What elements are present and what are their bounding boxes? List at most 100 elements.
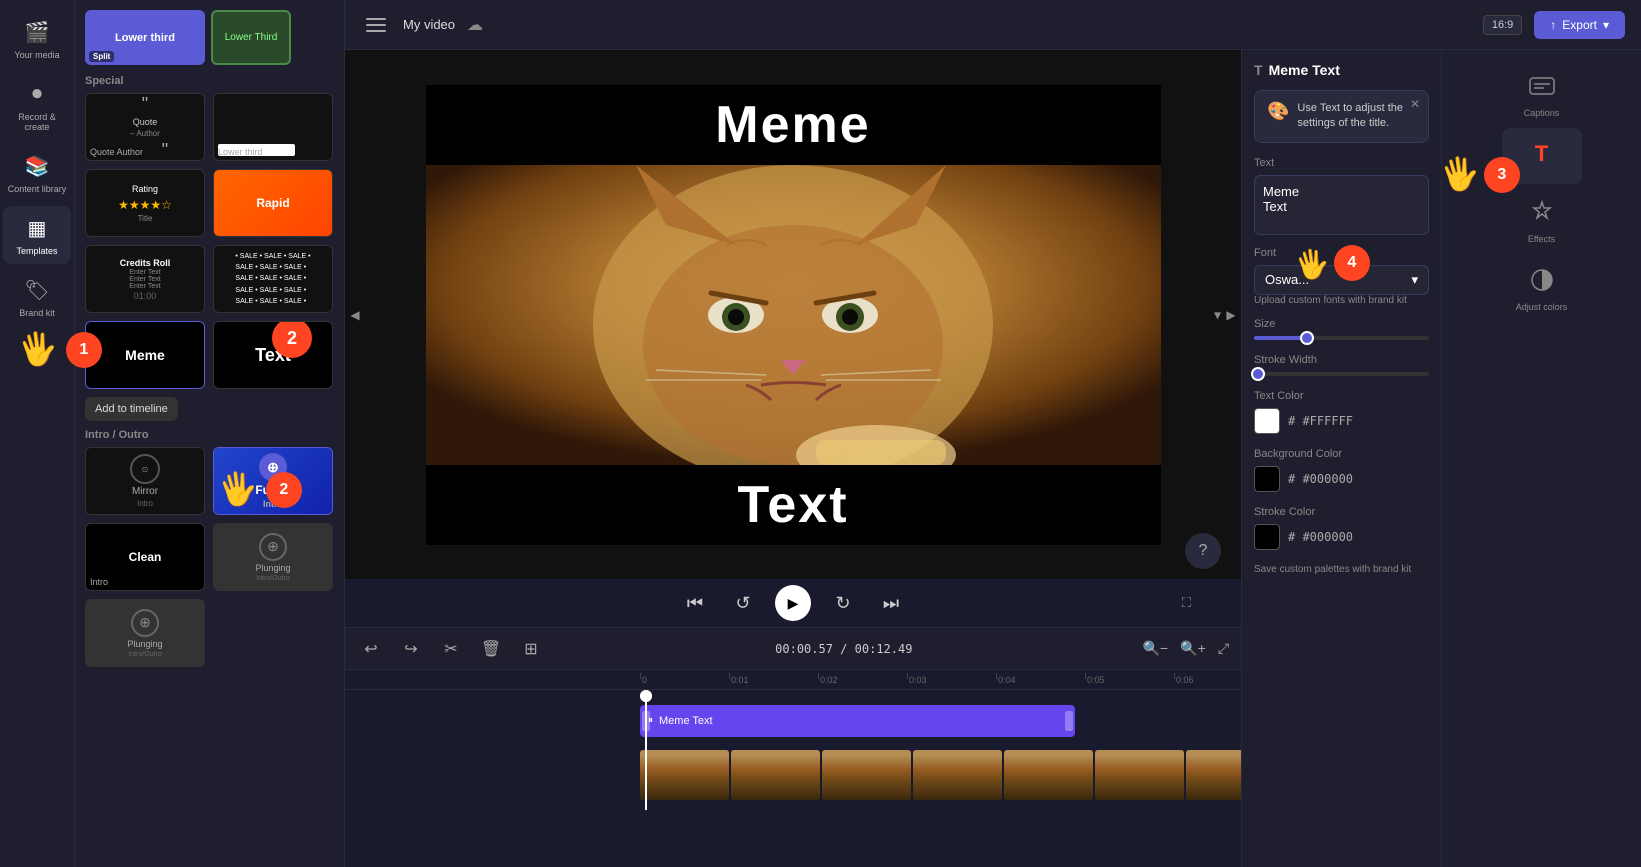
meme-text-track[interactable]: Meme Text <box>640 705 1075 737</box>
video-preview: ◀ Meme <box>345 50 1241 579</box>
zoom-in-button[interactable]: 🔍+ <box>1180 640 1206 657</box>
menu-button[interactable] <box>361 10 391 40</box>
bg-color-label: Background Color <box>1254 448 1429 460</box>
template-rating[interactable]: Rating ★★★★☆ Title <box>85 169 205 237</box>
special-template-grid: " Quote – Author " Quote Author Lower th… <box>85 93 334 389</box>
fullscreen-button[interactable]: ⛶ <box>1182 595 1191 611</box>
brand-kit-icon: 🏷 <box>23 276 51 304</box>
prop-title-icon: T <box>1254 62 1263 78</box>
template-text[interactable]: Text 2 <box>213 321 333 389</box>
timeline-toolbar: ↩ ↪ ✂ 🗑 ⊞ 00:00.57 / 00:12.49 🔍− 🔍+ ⤢ <box>345 628 1241 670</box>
font-select[interactable]: Oswa... ▾ <box>1254 265 1429 295</box>
video-thumb-7 <box>1186 750 1241 800</box>
template-plunging2[interactable]: ⊕ Plunging Intro/Outro <box>85 599 205 667</box>
sidebar-item-content-library[interactable]: 📚 Content library <box>3 144 71 202</box>
skip-back-button[interactable]: ⏮ <box>679 587 711 619</box>
meme-image <box>426 165 1161 465</box>
size-slider-track[interactable] <box>1254 336 1429 340</box>
template-sale[interactable]: • SALE • SALE • SALE •SALE • SALE • SALE… <box>213 245 333 313</box>
delete-button[interactable]: 🗑 <box>477 635 505 663</box>
video-thumb-4 <box>913 750 1002 800</box>
adjust-colors-icon <box>1524 262 1560 298</box>
bg-color-swatch[interactable] <box>1254 466 1280 492</box>
timeline-tracks: Meme Text <box>345 690 1241 810</box>
content-library-icon: 📚 <box>23 152 51 180</box>
fit-zoom-button[interactable]: ⤢ <box>1218 640 1229 657</box>
template-rapid[interactable]: Rapid <box>213 169 333 237</box>
redo-button[interactable]: ↪ <box>397 635 425 663</box>
right-panel: Captions T Effects <box>1441 50 1641 867</box>
sidebar-item-templates[interactable]: ▦ Templates <box>3 206 71 264</box>
video-frame: Meme <box>426 85 1161 545</box>
video-thumb-2 <box>731 750 820 800</box>
sidebar-item-record[interactable]: ⏺ Record & create <box>3 72 71 140</box>
template-plunging1[interactable]: ⊕ Plunging Intro/Outro <box>213 523 333 591</box>
template-quote-author[interactable]: " Quote – Author " Quote Author <box>85 93 205 161</box>
prop-header: T Meme Text <box>1254 62 1429 78</box>
alt-template-lower-third[interactable]: Lower Third <box>211 10 291 65</box>
play-button[interactable]: ▶ <box>775 585 811 621</box>
rewind-button[interactable]: ↺ <box>727 587 759 619</box>
meme-top-text: Meme <box>426 85 1161 165</box>
ruler-mark-3: 0:03 <box>907 675 996 685</box>
bg-color-hex: # #000000 <box>1288 472 1353 486</box>
effects-icon <box>1524 194 1560 230</box>
stroke-width-slider-track[interactable] <box>1254 372 1429 376</box>
ruler-mark-5: 0:05 <box>1085 675 1174 685</box>
playhead[interactable] <box>645 690 647 810</box>
template-lower-third-minimalist[interactable]: Lower third <box>213 93 333 161</box>
timeline-collapse-arrow[interactable]: ▾ <box>1214 306 1221 323</box>
tooltip-emoji: 🎨 <box>1267 101 1289 122</box>
zoom-out-button[interactable]: 🔍− <box>1143 640 1169 657</box>
sidebar-item-brand-kit[interactable]: 🏷 Brand kit <box>3 268 71 326</box>
template-meme[interactable]: Meme <box>85 321 205 389</box>
fast-forward-button[interactable]: ↻ <box>827 587 859 619</box>
stroke-color-swatch-row: # #000000 <box>1254 524 1429 550</box>
ruler-mark-2: 0:02 <box>818 675 907 685</box>
template-clean[interactable]: Clean Intro <box>85 523 205 591</box>
export-button[interactable]: ↑ Export ▾ <box>1534 11 1625 39</box>
sidebar-item-your-media[interactable]: 🎬 Your media <box>3 10 71 68</box>
panel-collapse-left[interactable]: ◀ <box>345 50 365 579</box>
timeline-time-display: 00:00.57 / 00:12.49 <box>775 642 912 656</box>
text-color-swatch-row: # #FFFFFF <box>1254 408 1429 434</box>
template-mirror[interactable]: ⊙ Mirror Intro <box>85 447 205 515</box>
right-panel-text-tool[interactable]: T <box>1502 128 1582 184</box>
text-color-hex: # #FFFFFF <box>1288 414 1353 428</box>
templates-icon: ▦ <box>23 214 51 242</box>
tooltip-bubble: 🎨 Use Text to adjust the settings of the… <box>1254 90 1429 143</box>
captions-icon <box>1524 68 1560 104</box>
bg-color-swatch-row: # #000000 <box>1254 466 1429 492</box>
right-panel-adjust-colors[interactable]: Adjust colors <box>1502 254 1582 320</box>
cut-button[interactable]: ✂ <box>437 635 465 663</box>
aspect-ratio-badge[interactable]: 16:9 <box>1483 15 1522 35</box>
stroke-color-swatch[interactable] <box>1254 524 1280 550</box>
text-input-area[interactable]: Meme Text <box>1254 175 1429 235</box>
timeline-area: ↩ ↪ ✂ 🗑 ⊞ 00:00.57 / 00:12.49 🔍− 🔍+ ⤢ <box>345 627 1241 867</box>
selected-template-lower-third[interactable]: Lower third Split <box>85 10 205 65</box>
stroke-width-slider-thumb[interactable] <box>1251 367 1265 381</box>
stroke-width-label: Stroke Width <box>1254 354 1429 366</box>
size-slider-thumb[interactable] <box>1300 331 1314 345</box>
video-thumb-5 <box>1004 750 1093 800</box>
track-handle-right[interactable] <box>1065 711 1073 731</box>
add-to-timeline-button[interactable]: Add to timeline <box>85 397 178 421</box>
text-color-swatch[interactable] <box>1254 408 1280 434</box>
right-panel-effects[interactable]: Effects <box>1502 186 1582 252</box>
timeline-ruler: 0 0:01 0:02 0:03 0:04 0:05 0:06 0:07 0:0… <box>345 670 1241 690</box>
help-button[interactable]: ? <box>1185 533 1221 569</box>
right-panel-captions[interactable]: Captions <box>1502 60 1582 126</box>
undo-button[interactable]: ↩ <box>357 635 385 663</box>
save-palettes-link[interactable]: Save custom palettes with brand kit <box>1254 564 1429 575</box>
template-funky[interactable]: ⊕ Funky Intro <box>213 447 333 515</box>
panel-expand-right[interactable]: ▶ <box>1221 50 1241 579</box>
add-button[interactable]: ⊞ <box>517 635 545 663</box>
ruler-mark-6: 0:06 <box>1174 675 1241 685</box>
template-credits-roll[interactable]: Credits Roll Enter TextEnter TextEnter T… <box>85 245 205 313</box>
templates-top-bar: Lower third Split Lower Third <box>85 10 334 65</box>
tooltip-close-button[interactable]: ✕ <box>1410 97 1420 111</box>
upload-fonts-link[interactable]: Upload custom fonts with brand kit <box>1254 295 1429 306</box>
timeline-content: 0 0:01 0:02 0:03 0:04 0:05 0:06 0:07 0:0… <box>345 670 1241 867</box>
skip-forward-button[interactable]: ⏭ <box>875 587 907 619</box>
bg-color-row: Background Color # #000000 <box>1254 448 1429 492</box>
